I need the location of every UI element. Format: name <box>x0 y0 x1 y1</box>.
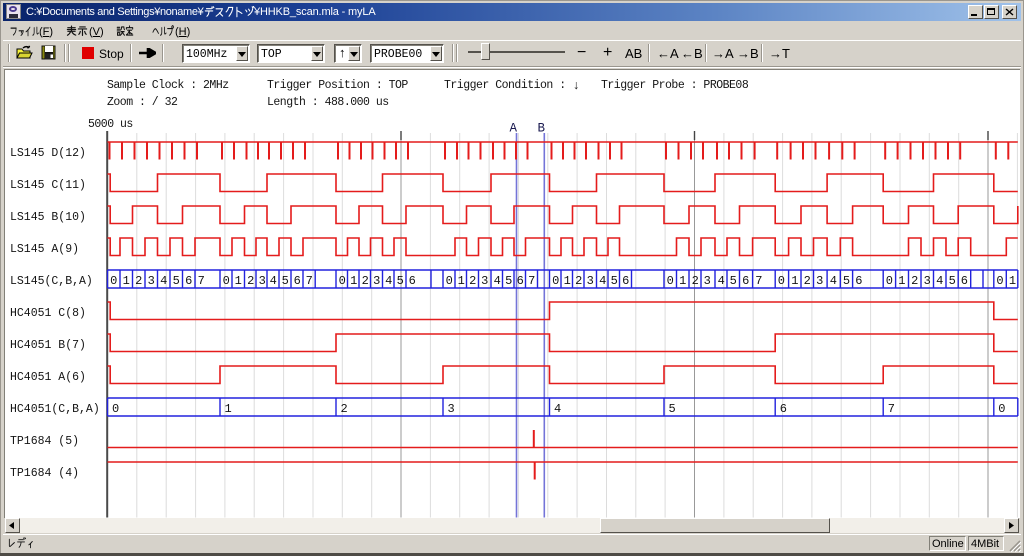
svg-text:HC4051 B(7): HC4051 B(7) <box>10 339 86 352</box>
svg-text:0: 0 <box>552 274 559 288</box>
svg-text:B: B <box>538 122 546 136</box>
svg-text:0: 0 <box>667 274 674 288</box>
svg-text:4: 4 <box>936 274 943 288</box>
svg-text:5: 5 <box>611 274 618 288</box>
svg-text:1: 1 <box>679 274 686 288</box>
svg-text:2: 2 <box>575 274 582 288</box>
svg-text:A: A <box>510 122 518 136</box>
svg-text:1: 1 <box>123 274 130 288</box>
svg-text:5: 5 <box>669 402 676 416</box>
svg-text:5: 5 <box>397 274 404 288</box>
svg-text:6: 6 <box>961 274 968 288</box>
svg-text:5: 5 <box>505 274 512 288</box>
svg-text:6: 6 <box>855 274 862 288</box>
svg-text:6: 6 <box>622 274 629 288</box>
svg-text:0: 0 <box>998 402 1005 416</box>
svg-text:6: 6 <box>517 274 524 288</box>
svg-text:4: 4 <box>554 402 561 416</box>
svg-text:5000 us: 5000 us <box>88 118 133 131</box>
svg-text:HC4051 A(6): HC4051 A(6) <box>10 371 86 384</box>
svg-text:LS145 C(11): LS145 C(11) <box>10 179 86 192</box>
svg-text:Trigger Position : TOP: Trigger Position : TOP <box>267 79 408 92</box>
svg-text:Length : 488.000 us: Length : 488.000 us <box>267 96 389 109</box>
svg-text:4: 4 <box>270 274 277 288</box>
svg-text:Sample Clock : 2MHz: Sample Clock : 2MHz <box>107 79 229 92</box>
svg-text:3: 3 <box>816 274 823 288</box>
svg-text:3: 3 <box>704 274 711 288</box>
svg-text:0: 0 <box>110 274 117 288</box>
svg-text:2: 2 <box>135 274 142 288</box>
svg-text:6: 6 <box>742 274 749 288</box>
svg-text:3: 3 <box>148 274 155 288</box>
svg-text:2: 2 <box>469 274 476 288</box>
svg-text:LS145 A(9): LS145 A(9) <box>10 243 79 256</box>
svg-text:2: 2 <box>692 274 699 288</box>
svg-text:2: 2 <box>911 274 918 288</box>
svg-text:3: 3 <box>259 274 266 288</box>
svg-text:3: 3 <box>924 274 931 288</box>
svg-text:4: 4 <box>830 274 837 288</box>
svg-text:6: 6 <box>409 274 416 288</box>
svg-text:1: 1 <box>564 274 571 288</box>
svg-text:LS145 D(12): LS145 D(12) <box>10 147 86 160</box>
svg-text:LS145(C,B,A): LS145(C,B,A) <box>10 275 93 288</box>
svg-text:3: 3 <box>481 274 488 288</box>
svg-text:5: 5 <box>282 274 289 288</box>
svg-text:TP1684 (5): TP1684 (5) <box>10 435 79 448</box>
svg-text:4: 4 <box>160 274 167 288</box>
svg-text:0: 0 <box>886 274 893 288</box>
svg-text:1: 1 <box>791 274 798 288</box>
svg-text:2: 2 <box>247 274 254 288</box>
svg-text:7: 7 <box>306 274 313 288</box>
svg-text:1: 1 <box>898 274 905 288</box>
svg-text:1: 1 <box>235 274 242 288</box>
svg-text:0: 0 <box>446 274 453 288</box>
svg-text:5: 5 <box>843 274 850 288</box>
svg-text:6: 6 <box>780 402 787 416</box>
svg-text:4: 4 <box>385 274 392 288</box>
svg-text:4: 4 <box>494 274 501 288</box>
svg-text:TP1684 (4): TP1684 (4) <box>10 467 79 480</box>
svg-text:0: 0 <box>112 402 119 416</box>
svg-text:6: 6 <box>185 274 192 288</box>
svg-text:2: 2 <box>804 274 811 288</box>
svg-text:0: 0 <box>996 274 1003 288</box>
svg-text:5: 5 <box>949 274 956 288</box>
svg-text:7: 7 <box>198 274 205 288</box>
svg-text:Zoom : / 32: Zoom : / 32 <box>107 96 178 109</box>
svg-text:0: 0 <box>339 274 346 288</box>
svg-text:Trigger Probe : PROBE08: Trigger Probe : PROBE08 <box>601 79 749 92</box>
svg-text:7: 7 <box>528 274 535 288</box>
svg-text:4: 4 <box>599 274 606 288</box>
svg-text:HC4051 C(8): HC4051 C(8) <box>10 307 86 320</box>
svg-text:6: 6 <box>294 274 301 288</box>
svg-text:7: 7 <box>755 274 762 288</box>
svg-text:↓: ↓ <box>573 78 579 92</box>
svg-text:1: 1 <box>225 402 232 416</box>
svg-text:LS145 B(10): LS145 B(10) <box>10 211 86 224</box>
svg-text:5: 5 <box>730 274 737 288</box>
svg-text:0: 0 <box>223 274 230 288</box>
svg-text:0: 0 <box>778 274 785 288</box>
svg-text:5: 5 <box>173 274 180 288</box>
svg-text:7: 7 <box>888 402 895 416</box>
svg-text:4: 4 <box>718 274 725 288</box>
svg-text:3: 3 <box>373 274 380 288</box>
svg-text:HC4051(C,B,A): HC4051(C,B,A) <box>10 403 100 416</box>
svg-text:Trigger Condition :: Trigger Condition : <box>444 79 566 92</box>
svg-text:1: 1 <box>350 274 357 288</box>
svg-text:1: 1 <box>1009 274 1016 288</box>
svg-text:3: 3 <box>587 274 594 288</box>
svg-text:2: 2 <box>341 402 348 416</box>
svg-text:1: 1 <box>458 274 465 288</box>
svg-text:2: 2 <box>362 274 369 288</box>
svg-text:3: 3 <box>448 402 455 416</box>
